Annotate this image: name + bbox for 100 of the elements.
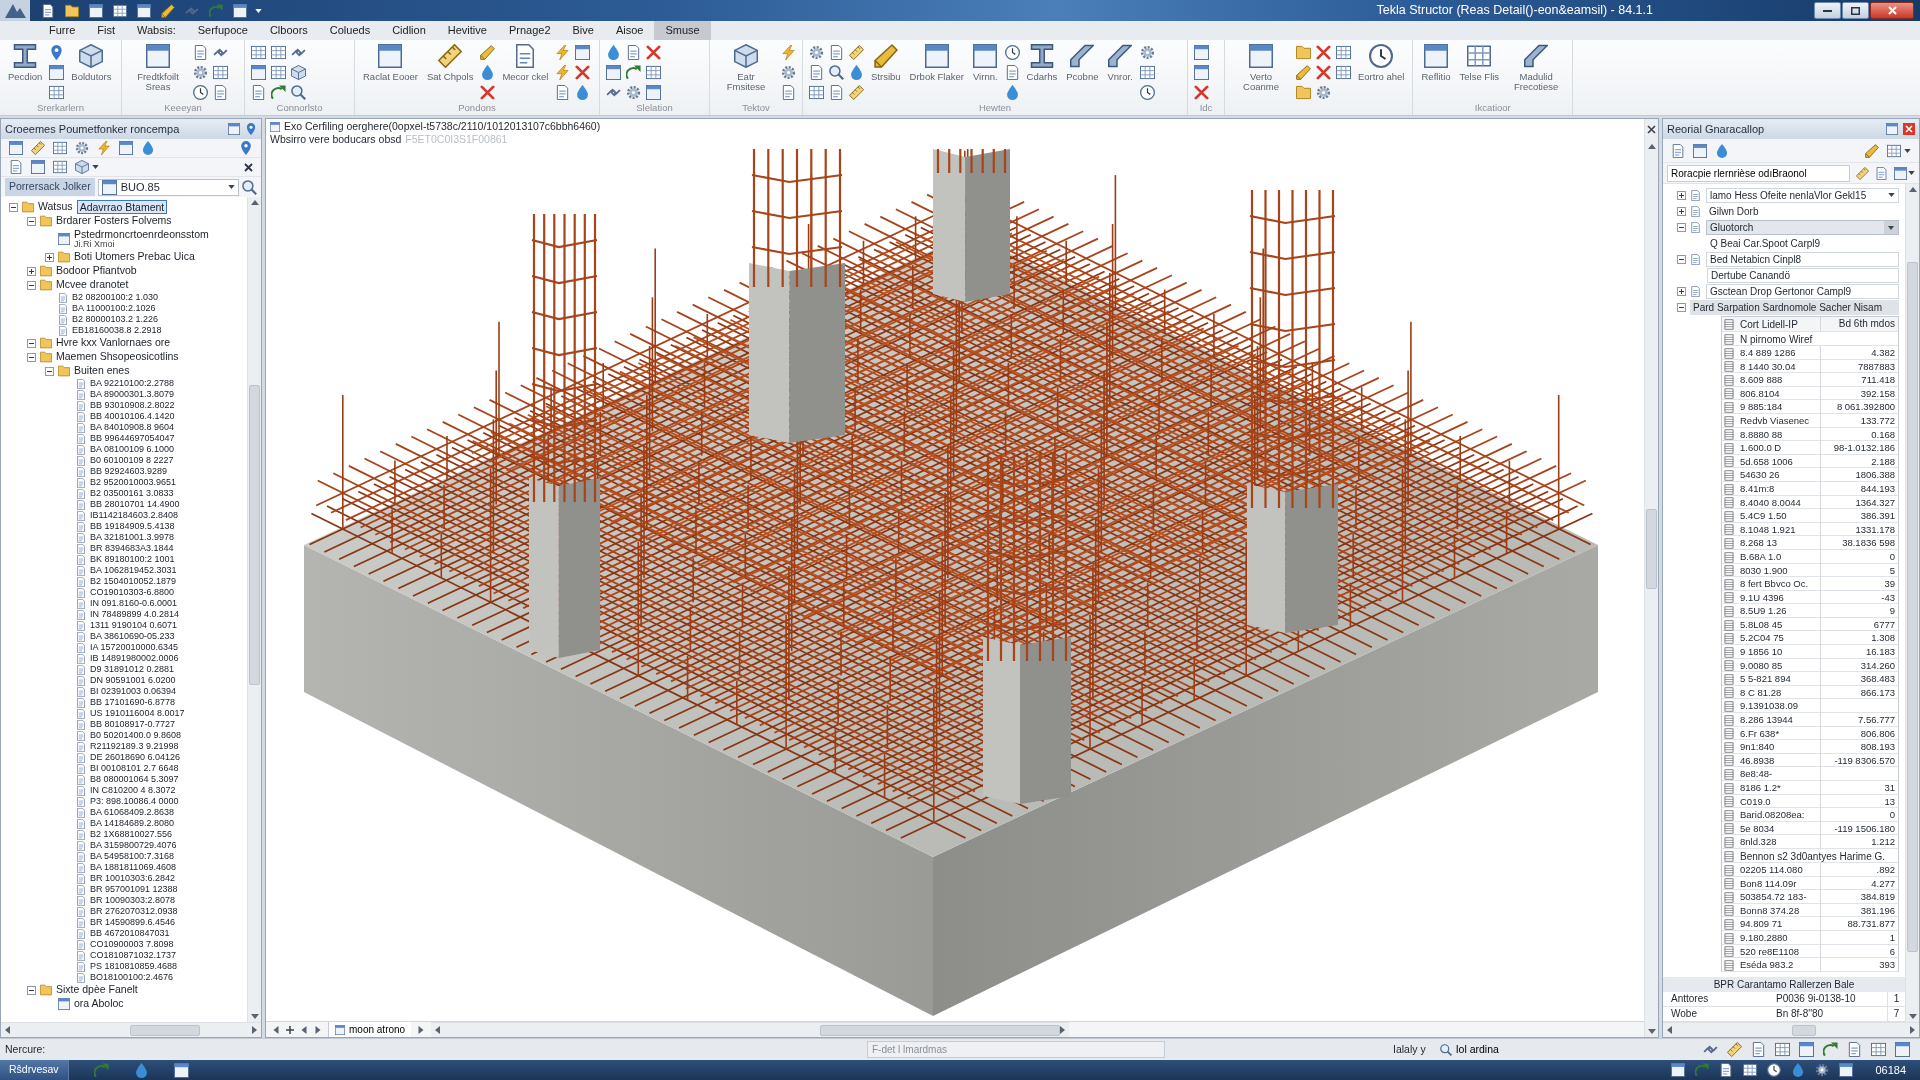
window-icon[interactable] (1799, 1042, 1814, 1057)
column-header[interactable]: Cort Lidell-IP (1737, 317, 1820, 332)
right-arrow-icon[interactable] (1910, 1026, 1915, 1034)
tree-item[interactable]: Bodoor Pfiantvob (56, 263, 137, 279)
document-icon[interactable] (41, 3, 55, 18)
cross-icon[interactable] (1194, 85, 1209, 100)
search-field[interactable]: Roracpie rlernrièse odıBraonol (1667, 164, 1850, 182)
ribbon-tab[interactable]: Aisoe (604, 21, 655, 40)
gear-icon[interactable] (781, 65, 796, 80)
plus-box-icon[interactable] (1677, 286, 1686, 296)
right-arrow-icon[interactable] (1060, 1026, 1066, 1034)
plus-box-icon[interactable] (1677, 190, 1686, 200)
ribbon-button[interactable]: Virnn. (970, 44, 1000, 82)
tree-item[interactable]: Boti Utomers Prebac Uica (74, 249, 195, 265)
curved-arrow-icon[interactable] (271, 85, 286, 100)
up-arrow-icon[interactable] (250, 200, 259, 205)
right-arrow-icon[interactable] (252, 1026, 257, 1034)
minus-box-icon[interactable] (27, 280, 36, 290)
curved-arrow-icon[interactable] (93, 1062, 109, 1078)
vertical-scrollbar[interactable] (247, 197, 261, 1022)
close-icon[interactable] (1647, 125, 1656, 134)
minus-box-icon[interactable] (27, 352, 36, 362)
lightning-icon[interactable] (555, 65, 571, 80)
window-icon[interactable] (89, 3, 103, 18)
ribbon-button[interactable]: Sat Chpols (424, 44, 476, 82)
ribbon-button[interactable]: Eatr Fmsitese (716, 44, 776, 92)
grid-icon[interactable] (809, 85, 824, 100)
minus-box-icon[interactable] (45, 366, 54, 376)
right-arrow-icon[interactable] (314, 1025, 322, 1034)
document-icon[interactable] (1719, 1063, 1734, 1077)
close-button[interactable] (1870, 2, 1914, 19)
ruler-icon[interactable] (849, 85, 864, 100)
pin-icon[interactable] (245, 123, 257, 135)
droplet-icon[interactable] (133, 1062, 149, 1078)
window-icon[interactable] (137, 3, 151, 18)
tree-item[interactable]: Watsus (38, 199, 73, 215)
clock-icon[interactable] (1004, 45, 1020, 60)
gear-icon[interactable] (1316, 85, 1331, 100)
droplet-icon[interactable] (480, 65, 496, 80)
pin-icon[interactable] (239, 141, 253, 155)
dropdown-field[interactable]: lamo Hess Ofeite nenlaVlor Gekl15 (1706, 187, 1899, 203)
maximize-button[interactable] (1842, 2, 1869, 19)
gear-icon[interactable] (75, 141, 89, 155)
window-icon[interactable] (49, 65, 65, 80)
pin-icon[interactable] (49, 45, 65, 60)
cross-icon[interactable] (480, 85, 496, 100)
ribbon-button[interactable]: Pecdion (6, 44, 45, 82)
minus-box-icon[interactable] (1677, 302, 1686, 312)
plus-box-icon[interactable] (1677, 206, 1686, 216)
droplet-icon[interactable] (1791, 1063, 1806, 1077)
ruler-icon[interactable] (31, 141, 45, 155)
gear-icon[interactable] (1139, 45, 1155, 60)
box-icon[interactable] (291, 65, 306, 80)
ribbon-button[interactable]: Raclat Eooer (361, 44, 420, 82)
dropdown-field[interactable]: Gluotorch (1706, 219, 1899, 235)
ribbon-button[interactable]: Madulid Frecotiese (1506, 44, 1567, 92)
down-arrow-icon[interactable] (1647, 1029, 1656, 1034)
ribbon-button[interactable]: Vnror. (1105, 44, 1135, 82)
tree-item[interactable]: Mcvee dranotet (56, 277, 129, 293)
rename-field[interactable]: Adavrrao Btament (76, 200, 168, 214)
tree-item[interactable]: ora Aboloc (74, 996, 124, 1012)
window-icon[interactable] (646, 85, 661, 100)
horizontal-scrollbar[interactable] (431, 1022, 1070, 1037)
tree-item[interactable]: Hvre kxx Vanlornaes ore (56, 335, 171, 351)
status-toggle[interactable]: Iol ardina (1435, 1041, 1503, 1058)
minus-box-icon[interactable] (9, 202, 18, 212)
ribbon-button[interactable]: Strsibu (869, 44, 903, 82)
grid-icon[interactable] (251, 45, 266, 60)
ribbon-tab[interactable]: Fist (86, 21, 126, 40)
tree-item[interactable]: Buiten enes (74, 363, 130, 379)
grid-icon[interactable] (271, 65, 286, 80)
grid-icon[interactable] (1743, 1063, 1758, 1077)
curved-arrow-icon[interactable] (1823, 1042, 1838, 1057)
plus-box-icon[interactable] (45, 252, 54, 262)
column-header[interactable]: Bd 6th mdos (1820, 317, 1898, 332)
pencil-icon[interactable] (480, 45, 496, 60)
clock-icon[interactable] (1767, 1063, 1782, 1077)
left-arrow-icon[interactable] (272, 1025, 280, 1034)
scrollbar-thumb[interactable] (1646, 509, 1657, 589)
down-arrow-icon[interactable] (1908, 1014, 1917, 1019)
cross-icon[interactable] (1316, 65, 1331, 80)
plus-icon[interactable] (286, 1025, 294, 1034)
window-icon[interactable] (606, 65, 621, 80)
ribbon-button[interactable]: Verto Coanme (1231, 44, 1291, 92)
gear-icon[interactable] (626, 85, 641, 100)
ribbon-button[interactable]: Fredtkfoilt Sreas (128, 44, 188, 92)
text-field[interactable]: Bed Netabicn Cinpl8 (1706, 251, 1899, 267)
scrollbar-thumb[interactable] (1792, 1024, 1816, 1036)
filter-dropdown[interactable]: BUO.85 (97, 178, 239, 196)
right-arrow-icon[interactable] (417, 1025, 426, 1034)
ribbon-button[interactable]: Boldutors (69, 44, 114, 82)
ribbon-button[interactable]: Cdarhs (1024, 44, 1060, 82)
lightning-icon[interactable] (781, 45, 796, 60)
minus-box-icon[interactable] (1677, 222, 1686, 232)
tree-item[interactable]: Brdarer Fosters Folvems (56, 213, 172, 229)
magnifier-icon[interactable] (829, 65, 844, 80)
minus-box-icon[interactable] (27, 985, 36, 995)
ruler-icon[interactable] (1856, 166, 1869, 180)
cross-icon[interactable] (575, 65, 591, 80)
minus-box-icon[interactable] (1677, 254, 1686, 264)
